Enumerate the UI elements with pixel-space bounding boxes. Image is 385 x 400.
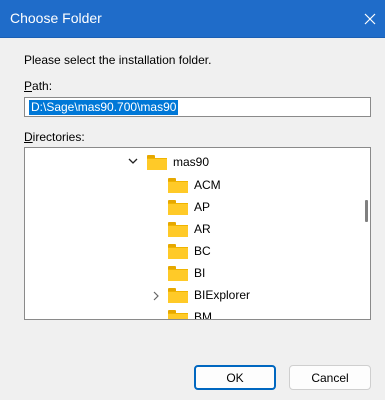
tree-item-ar[interactable]: AR xyxy=(168,218,211,239)
chevron-right-icon[interactable] xyxy=(150,290,162,302)
tree-item-ap[interactable]: AP xyxy=(168,196,210,217)
tree-item-bc[interactable]: BC xyxy=(168,240,211,261)
scrollbar-thumb[interactable] xyxy=(365,200,368,222)
directory-tree[interactable]: mas90 ACM AP AR BC BI BIExplorer BM xyxy=(24,147,371,320)
tree-item-label: ACM xyxy=(194,177,221,192)
tree-item-label: BM xyxy=(194,309,212,320)
folder-icon xyxy=(168,177,188,193)
folder-icon xyxy=(168,243,188,259)
folder-icon xyxy=(168,309,188,319)
tree-item-label: AP xyxy=(194,199,211,214)
cancel-button[interactable]: Cancel xyxy=(289,365,371,390)
tree-item-label: AR xyxy=(194,221,211,236)
folder-icon xyxy=(168,265,188,281)
folder-icon xyxy=(168,287,188,303)
tree-item-mas90[interactable]: mas90 xyxy=(147,151,209,172)
instruction-text: Please select the installation folder. xyxy=(24,53,212,67)
folder-icon xyxy=(147,154,167,170)
tree-item-label: BC xyxy=(194,243,211,258)
ok-button[interactable]: OK xyxy=(194,365,276,390)
tree-item-bm[interactable]: BM xyxy=(168,306,212,320)
close-button[interactable] xyxy=(355,0,385,37)
close-icon xyxy=(364,13,376,24)
folder-icon xyxy=(168,199,188,215)
tree-item-label: mas90 xyxy=(173,154,210,169)
title-bar: Choose Folder xyxy=(0,0,385,38)
folder-icon xyxy=(168,221,188,237)
window-title: Choose Folder xyxy=(10,10,102,26)
path-input[interactable]: D:\Sage\mas90.700\mas90 xyxy=(24,97,371,117)
directories-label: Directories: xyxy=(24,130,85,144)
tree-item-label: BI xyxy=(194,265,206,280)
tree-item-bi[interactable]: BI xyxy=(168,262,205,283)
path-label: Path: xyxy=(24,79,53,93)
tree-item-acm[interactable]: ACM xyxy=(168,174,221,195)
tree-item-biexplorer[interactable]: BIExplorer xyxy=(168,284,250,305)
tree-item-label: BIExplorer xyxy=(194,287,251,302)
path-value: D:\Sage\mas90.700\mas90 xyxy=(29,100,179,115)
chevron-down-icon[interactable] xyxy=(127,155,139,167)
